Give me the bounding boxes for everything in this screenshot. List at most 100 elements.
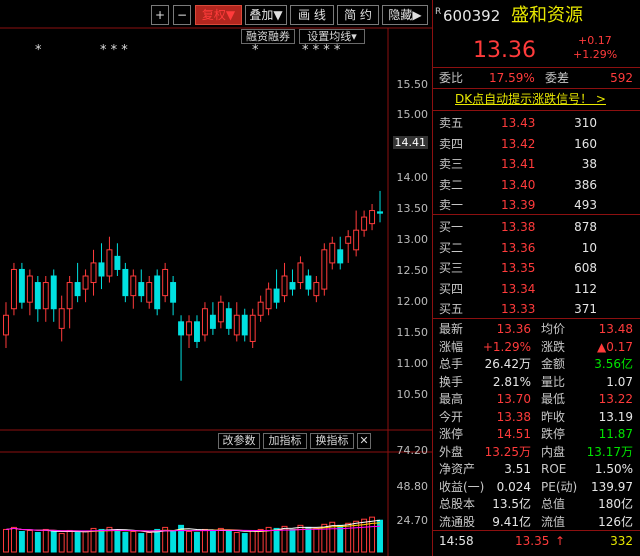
rzrq-tag[interactable]: 融资融券: [241, 29, 295, 44]
volume-bar: [241, 533, 248, 553]
volume-bar: [58, 533, 65, 553]
diejia-button[interactable]: 叠加▼: [245, 5, 287, 25]
quote-label: 换手: [439, 374, 464, 389]
candle-body: [122, 268, 129, 297]
quote-row: 总股本 13.5亿 总值 180亿: [433, 495, 640, 513]
event-star[interactable]: * * * *: [302, 43, 340, 58]
kline-svg[interactable]: [0, 0, 432, 556]
candle-body: [34, 282, 41, 310]
price-axis-current: 14.41: [392, 136, 428, 149]
stock-code: 600392: [443, 7, 501, 25]
price-axis-label: 12.00: [396, 295, 429, 308]
book-label: 卖二: [439, 177, 464, 192]
zoom-out-button[interactable]: −: [173, 5, 191, 25]
price-axis-label: 11.00: [396, 357, 429, 370]
quote-row: 总手 26.42万 金额 3.56亿: [433, 355, 640, 373]
tick-time: 14:58: [439, 534, 474, 548]
volume-bar: [74, 532, 81, 553]
bid-row[interactable]: 买四 13.34 112: [433, 279, 640, 299]
quote-label: 今开: [439, 409, 464, 424]
book-price: 13.40: [501, 177, 536, 192]
event-star[interactable]: *: [35, 43, 42, 58]
volume-bar: [217, 527, 224, 553]
quote-value: 13.25万: [484, 444, 531, 459]
r-mark: R: [435, 7, 442, 17]
book-label: 卖五: [439, 116, 464, 130]
quote-value: 13.36: [496, 322, 531, 336]
ask-row[interactable]: 卖一 13.39 493: [433, 195, 640, 215]
close-indicator-icon[interactable]: ✕: [357, 433, 371, 449]
ask-row[interactable]: 卖三 13.41 38: [433, 154, 640, 174]
dk-banner[interactable]: DK点自动提示涨跌信号！ >: [433, 89, 640, 109]
quote-label: 流值: [541, 514, 566, 529]
ask-row[interactable]: 卖四 13.42 160: [433, 134, 640, 154]
stock-price-row: 13.36 +0.17 +1.29%: [433, 34, 640, 65]
book-label: 买三: [439, 261, 464, 275]
quote-label: 总股本: [439, 497, 476, 511]
book-vol: 310: [574, 116, 597, 130]
weibi-label: 委比: [439, 71, 464, 85]
ask-row[interactable]: 卖二 13.40 386: [433, 175, 640, 195]
quote-row: 流通股 9.41亿 流值 126亿: [433, 513, 640, 531]
quote-label: 总值: [541, 497, 566, 511]
price-axis-label: 10.50: [396, 388, 429, 401]
candle-body: [154, 275, 161, 310]
kline-chart-area[interactable]: + − 复权▼ 叠加▼ 画 线 简 约 隐藏▶ 融资融券 设置均线▾ * * *…: [0, 0, 432, 556]
quote-label: 收益(一): [439, 479, 485, 494]
candle-body: [361, 216, 368, 231]
book-price: 13.38: [501, 220, 536, 234]
divider: [433, 110, 640, 111]
volume-bar: [138, 533, 145, 553]
divider: [433, 318, 640, 319]
book-vol: 160: [574, 136, 597, 151]
quote-value: 26.42万: [484, 357, 531, 371]
add-indicator-button[interactable]: 加指标: [263, 433, 307, 449]
quote-label: 总手: [439, 357, 464, 371]
price-axis-label: 11.50: [396, 326, 429, 339]
candle-body: [369, 210, 376, 225]
quote-value: 126亿: [598, 514, 633, 529]
bid-row[interactable]: 买五 13.33 371: [433, 299, 640, 319]
swap-indicator-button[interactable]: 换指标: [310, 433, 354, 449]
candle-body: [74, 282, 81, 297]
volume-bar: [377, 519, 383, 553]
quote-label: 量比: [541, 374, 566, 389]
quote-row: 换手 2.81% 量比 1.07: [433, 373, 640, 391]
change-params-button[interactable]: 改参数: [218, 433, 260, 449]
volume-bar: [26, 529, 33, 553]
book-label: 卖三: [439, 157, 464, 171]
bid-row[interactable]: 买二 13.36 10: [433, 238, 640, 258]
candle-body: [18, 268, 25, 303]
dk-banner-text[interactable]: DK点自动提示涨跌信号！ >: [455, 89, 606, 109]
book-vol: 493: [574, 198, 597, 212]
event-star[interactable]: *: [252, 43, 259, 58]
ask-row[interactable]: 卖五 13.43 310: [433, 113, 640, 133]
candle-body: [249, 314, 256, 342]
book-price: 13.43: [501, 116, 536, 130]
quote-value: 2.81%: [492, 374, 531, 389]
volume-bar: [273, 527, 280, 553]
price-axis-label: 14.00: [396, 171, 429, 184]
volume-bar: [146, 532, 153, 553]
huaxian-button[interactable]: 画 线: [290, 5, 334, 25]
book-vol: 38: [581, 157, 597, 171]
candle-body: [345, 236, 352, 244]
ma-setting-tag[interactable]: 设置均线▾: [299, 29, 365, 44]
vol-axis-label: 48.80: [396, 480, 429, 493]
volume-bar: [42, 528, 49, 553]
volume-bar: [289, 528, 296, 553]
quote-row: 外盘 13.25万 内盘 13.17万: [433, 443, 640, 461]
bid-row[interactable]: 买一 13.38 878: [433, 217, 640, 237]
volume-bar: [257, 528, 264, 553]
volume-bar: [3, 528, 9, 553]
zoom-in-button[interactable]: +: [151, 5, 169, 25]
yincang-button[interactable]: 隐藏▶: [382, 5, 428, 25]
jianyue-button[interactable]: 简 约: [337, 5, 379, 25]
vol-axis-label: 74.20: [396, 444, 429, 457]
volume-bar: [313, 527, 320, 553]
bid-row[interactable]: 买三 13.35 608: [433, 258, 640, 278]
stock-price: 13.36: [473, 38, 536, 63]
fuquan-button[interactable]: 复权▼: [195, 5, 242, 25]
book-label: 买四: [439, 281, 464, 296]
event-star[interactable]: * * *: [100, 43, 128, 58]
